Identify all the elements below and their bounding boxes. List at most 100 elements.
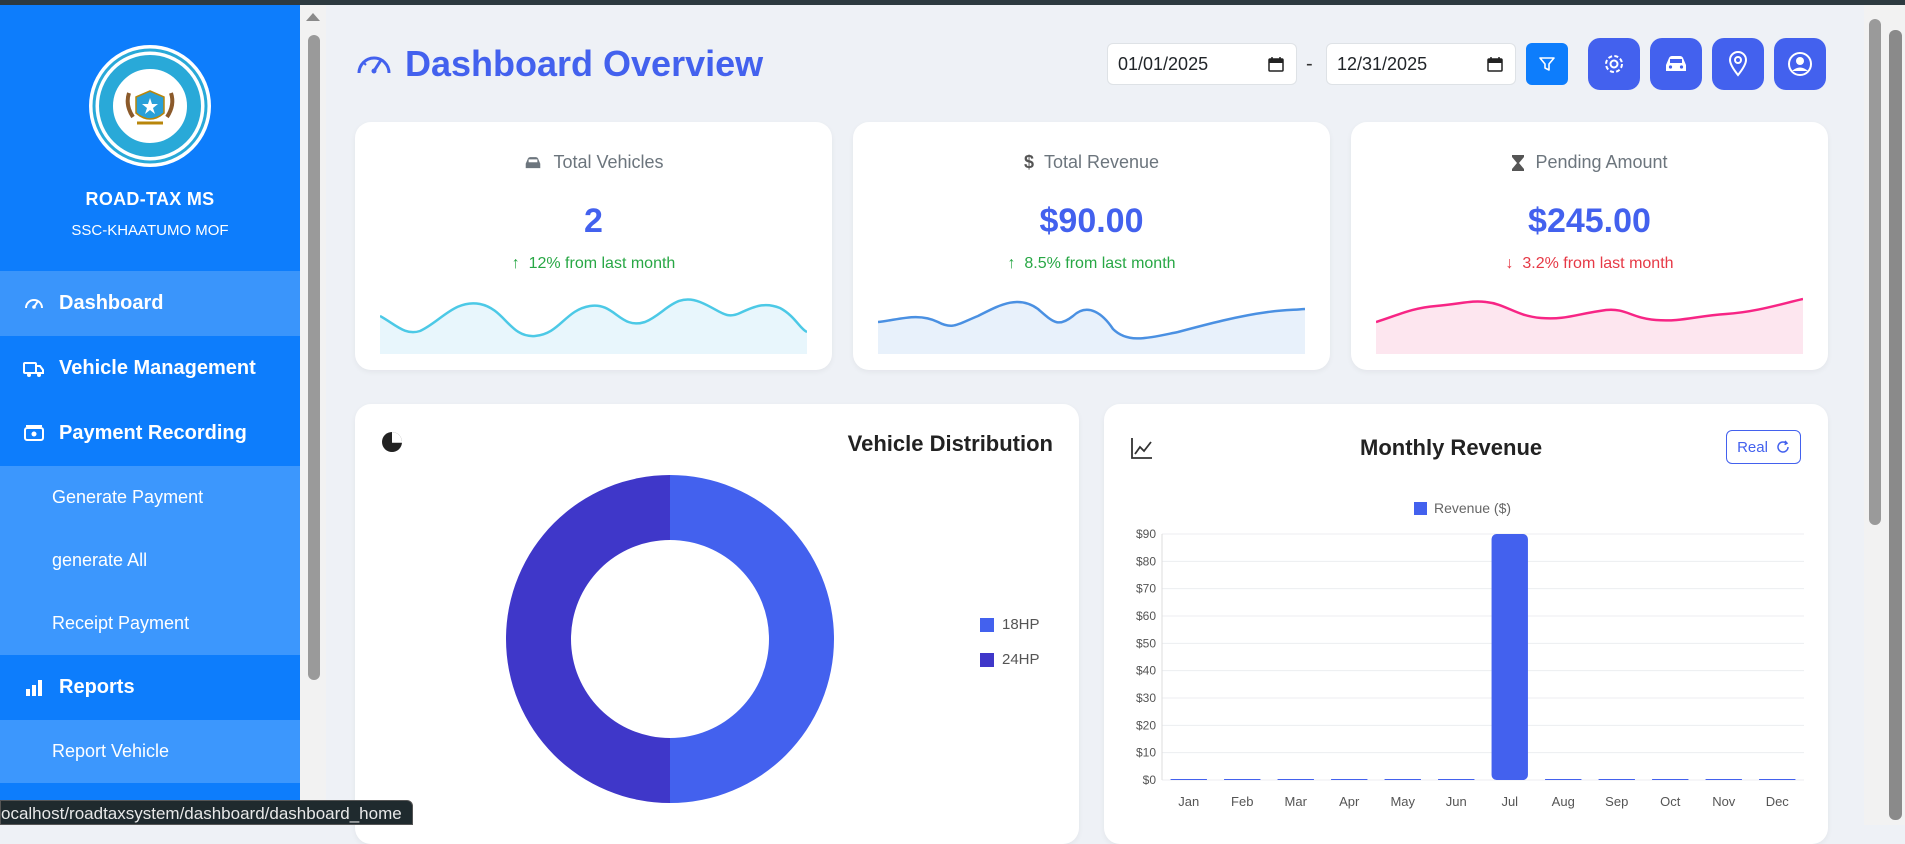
calendar-icon[interactable] [1268, 56, 1284, 72]
date-from-value: 01/01/2025 [1118, 53, 1209, 74]
main-scrollbar-thumb[interactable] [1869, 19, 1881, 525]
sparkline-pending [1376, 297, 1803, 354]
brand: ROAD-TAX MS SSC-KHAATUMO MOF [0, 5, 300, 271]
stat-value: $90.00 [1039, 202, 1144, 240]
revenue-bar-chart: Revenue ($) $0 $10 $20 $30 $40 $50 $60 $70 $80 $90… [1136, 500, 1804, 809]
y-tick-label: $40 [1136, 664, 1156, 678]
page-title-text: Dashboard Overview [405, 43, 764, 84]
x-tick-label: Nov [1712, 794, 1736, 809]
real-toggle-button[interactable]: Real [1726, 430, 1801, 464]
legend-swatch [980, 652, 994, 667]
speedometer-icon [357, 56, 391, 74]
y-tick-label: $50 [1136, 636, 1156, 650]
y-tick-label: $80 [1136, 554, 1156, 568]
bar-aug[interactable] [1545, 779, 1582, 780]
bar-mar[interactable] [1277, 779, 1314, 780]
stat-trend: ↑ 12% from last month [511, 255, 676, 272]
stat-card-total-vehicles: Total Vehicles 2 ↑ 12% from last month [355, 122, 832, 370]
bar-dec[interactable] [1759, 779, 1796, 780]
x-tick-label: Oct [1660, 794, 1681, 809]
sidebar-item-reports[interactable]: Reports [0, 655, 300, 720]
x-tick-label: Dec [1766, 794, 1790, 809]
y-tick-label: $30 [1136, 691, 1156, 705]
stat-trend-text: 3.2% from last month [1522, 255, 1674, 272]
y-tick-label: $70 [1136, 582, 1156, 596]
sidebar-subitem-receipt-payment[interactable]: Receipt Payment [0, 592, 300, 655]
profile-button[interactable] [1774, 38, 1826, 90]
x-tick-label: Mar [1285, 794, 1308, 809]
sidebar-item-payment-recording[interactable]: Payment Recording [0, 401, 300, 466]
car-icon [526, 156, 541, 168]
calendar-icon[interactable] [1487, 56, 1503, 72]
refresh-icon [1777, 440, 1789, 453]
bar-may[interactable] [1384, 779, 1421, 780]
x-tick-label: Jun [1446, 794, 1467, 809]
donut-slice-18hp[interactable] [670, 475, 834, 803]
location-button[interactable] [1712, 38, 1764, 90]
date-from-input[interactable]: 01/01/2025 [1107, 43, 1297, 85]
x-tick-label: Apr [1339, 794, 1360, 809]
sidebar-subitem-report-vehicle[interactable]: Report Vehicle [0, 720, 300, 783]
window-scrollbar-thumb[interactable] [1889, 30, 1902, 820]
legend-item-18hp[interactable]: 18HP [980, 616, 1040, 633]
vehicles-button[interactable] [1650, 38, 1702, 90]
bar-apr[interactable] [1331, 779, 1368, 780]
sparkline-revenue [878, 300, 1305, 354]
stat-label-text: Pending Amount [1535, 152, 1668, 172]
x-tick-label: Jan [1178, 794, 1199, 809]
sidebar-subitem-generate-payment[interactable]: Generate Payment [0, 466, 300, 529]
donut-slice-24hp[interactable] [506, 475, 670, 803]
legend-swatch [1414, 502, 1427, 515]
stat-trend-text: 8.5% from last month [1024, 255, 1176, 272]
bar-nov[interactable] [1705, 779, 1742, 780]
scroll-up-arrow-icon[interactable] [306, 13, 320, 21]
main-content: Dashboard Overview 01/01/2025 - 12/31/20… [326, 5, 1864, 844]
bar-legend[interactable]: Revenue ($) [1414, 500, 1511, 516]
settings-button[interactable] [1588, 38, 1640, 90]
car-icon [1666, 56, 1686, 71]
bar-sep[interactable] [1598, 779, 1635, 780]
date-to-input[interactable]: 12/31/2025 [1326, 43, 1516, 85]
monthly-revenue-card: Monthly Revenue Real Revenue ($) $0 $10 $20… [1104, 404, 1828, 844]
legend-item-24hp[interactable]: 24HP [980, 651, 1040, 668]
stat-label-text: Total Vehicles [553, 152, 664, 172]
brand-title: ROAD-TAX MS [85, 189, 215, 209]
bar-feb[interactable] [1224, 779, 1261, 780]
bar-jun[interactable] [1438, 779, 1475, 780]
sidebar-subitem-generate-all[interactable]: generate All [0, 529, 300, 592]
stat-value: $245.00 [1528, 202, 1651, 240]
line-chart-icon [1131, 438, 1152, 459]
bar-jul[interactable] [1491, 534, 1528, 780]
filter-button[interactable] [1526, 43, 1568, 85]
y-tick-label: $10 [1136, 746, 1156, 760]
x-tick-label: Sep [1605, 794, 1628, 809]
bar-oct[interactable] [1652, 779, 1689, 780]
stat-label: $ Total Revenue [853, 152, 1330, 173]
sidebar-item-label: Vehicle Management [59, 357, 256, 379]
x-tick-label: May [1390, 794, 1415, 809]
vehicle-distribution-title: Vehicle Distribution [847, 431, 1053, 456]
legend-swatch [980, 617, 994, 632]
main-scrollbar[interactable] [1864, 5, 1886, 825]
stat-card-pending-amount: Pending Amount $245.00 ↓ 3.2% from last … [1351, 122, 1828, 370]
status-bar-url: ocalhost/roadtaxsystem/dashboard/dashboa… [0, 800, 413, 825]
cash-icon [23, 423, 47, 445]
stat-trend-text: 12% from last month [528, 255, 676, 272]
emblem-icon [92, 48, 208, 164]
brand-subtitle: SSC-KHAATUMO MOF [71, 222, 229, 239]
donut-chart [506, 475, 834, 803]
window-scrollbar[interactable] [1886, 5, 1905, 825]
sidebar-scrollbar[interactable] [300, 5, 326, 825]
legend-label: Revenue ($) [1434, 500, 1511, 516]
sidebar-item-label: Dashboard [59, 292, 164, 314]
sidebar-item-dashboard[interactable]: Dashboard [0, 271, 300, 336]
pie-chart-icon [382, 432, 402, 452]
legend-label: 18HP [1002, 616, 1040, 633]
bar-jan[interactable] [1170, 779, 1207, 780]
stat-card-total-revenue: $ Total Revenue $90.00 ↑ 8.5% from last … [853, 122, 1330, 370]
filter-icon [1539, 57, 1555, 71]
date-to-value: 12/31/2025 [1337, 53, 1428, 74]
sidebar-item-vehicle-management[interactable]: Vehicle Management [0, 336, 300, 401]
sidebar-scrollbar-thumb[interactable] [308, 35, 320, 680]
sidebar-item-label: Payment Recording [59, 422, 247, 444]
